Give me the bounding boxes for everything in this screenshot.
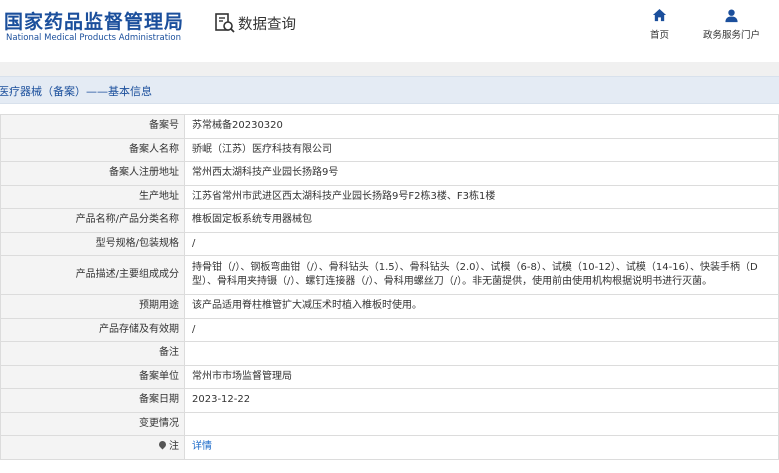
row-value: 详情 xyxy=(184,435,779,460)
row-label: 备案单位 xyxy=(0,364,185,389)
row-label: 备案号 xyxy=(0,114,185,139)
row-value: 常州西太湖科技产业园长扬路9号 xyxy=(184,161,779,186)
row-label: 备注 xyxy=(0,341,185,366)
row-label-note: 注 xyxy=(0,435,185,460)
row-value: / xyxy=(184,317,779,342)
row-value: 江苏省常州市武进区西太湖科技产业园长扬路9号F2栋3楼、F3栋1楼 xyxy=(184,184,779,209)
table-row: 产品存储及有效期 / xyxy=(0,317,779,342)
row-label: 备案人名称 xyxy=(0,137,185,162)
row-value: 持骨钳（/）、钢板弯曲钳（/）、骨科钻头（1.5）、骨科钻头（2.0）、试模（6… xyxy=(184,255,779,295)
row-label: 变更情况 xyxy=(0,411,185,436)
table-row: 备案单位 常州市市场监督管理局 xyxy=(0,364,779,389)
row-label: 预期用途 xyxy=(0,294,185,319)
nav-service-portal[interactable]: 政务服务门户 xyxy=(703,8,760,41)
brand-title-cn[interactable]: 国家药品监督管理局 xyxy=(4,7,184,34)
nav-home[interactable]: 首页 xyxy=(650,8,669,41)
pin-icon xyxy=(157,439,168,450)
row-label: 产品存储及有效期 xyxy=(0,317,185,342)
row-value: 苏常械备20230320 xyxy=(184,114,779,139)
nav-home-label: 首页 xyxy=(650,30,670,41)
table-row: 备案号 苏常械备20230320 xyxy=(0,114,779,139)
data-query-label: 数据查询 xyxy=(238,16,296,33)
home-icon xyxy=(652,8,667,22)
table-row: 产品描述/主要组成成分 持骨钳（/）、钢板弯曲钳（/）、骨科钻头（1.5）、骨科… xyxy=(0,255,779,295)
data-query-icon xyxy=(215,13,235,33)
data-query-link[interactable]: 数据查询 xyxy=(214,12,296,34)
row-value: 该产品适用脊柱椎管扩大减压术时植入椎板时使用。 xyxy=(184,294,779,319)
note-label: 注 xyxy=(169,441,179,453)
row-label: 备案日期 xyxy=(0,388,185,413)
nav-service-label: 政务服务门户 xyxy=(703,30,761,41)
detail-link[interactable]: 详情 xyxy=(192,441,212,452)
breadcrumb: 医疗器械（备案）——基本信息 xyxy=(0,76,779,104)
table-row: 备案人名称 骄岷（江苏）医疗科技有限公司 xyxy=(0,137,779,162)
row-value: 骄岷（江苏）医疗科技有限公司 xyxy=(184,137,779,162)
table-row: 注 详情 xyxy=(0,435,779,460)
row-label: 产品名称/产品分类名称 xyxy=(0,208,185,233)
row-label: 型号规格/包装规格 xyxy=(0,231,185,256)
row-label: 备案人注册地址 xyxy=(0,161,185,186)
user-icon xyxy=(725,9,738,23)
detail-table: 备案号 苏常械备20230320 备案人名称 骄岷（江苏）医疗科技有限公司 备案… xyxy=(0,114,779,460)
site-header: 国家药品监督管理局 National Medical Products Admi… xyxy=(0,0,779,62)
spacer xyxy=(0,104,779,114)
row-value xyxy=(184,411,779,436)
table-row: 型号规格/包装规格 / xyxy=(0,231,779,256)
row-label: 产品描述/主要组成成分 xyxy=(0,255,185,295)
table-row: 备案日期 2023-12-22 xyxy=(0,388,779,413)
table-row: 产品名称/产品分类名称 椎板固定板系统专用器械包 xyxy=(0,208,779,233)
brand-title-en[interactable]: National Medical Products Administration xyxy=(6,33,181,43)
row-value xyxy=(184,341,779,366)
table-row: 变更情况 xyxy=(0,411,779,436)
table-row: 备注 xyxy=(0,341,779,366)
row-label: 生产地址 xyxy=(0,184,185,209)
table-row: 预期用途 该产品适用脊柱椎管扩大减压术时植入椎板时使用。 xyxy=(0,294,779,319)
table-row: 备案人注册地址 常州西太湖科技产业园长扬路9号 xyxy=(0,161,779,186)
row-value: 2023-12-22 xyxy=(184,388,779,413)
header-divider xyxy=(0,62,779,76)
row-value: 常州市市场监督管理局 xyxy=(184,364,779,389)
breadcrumb-text: 医疗器械（备案）——基本信息 xyxy=(0,85,152,98)
row-value: 椎板固定板系统专用器械包 xyxy=(184,208,779,233)
row-value: / xyxy=(184,231,779,256)
table-row: 生产地址 江苏省常州市武进区西太湖科技产业园长扬路9号F2栋3楼、F3栋1楼 xyxy=(0,184,779,209)
